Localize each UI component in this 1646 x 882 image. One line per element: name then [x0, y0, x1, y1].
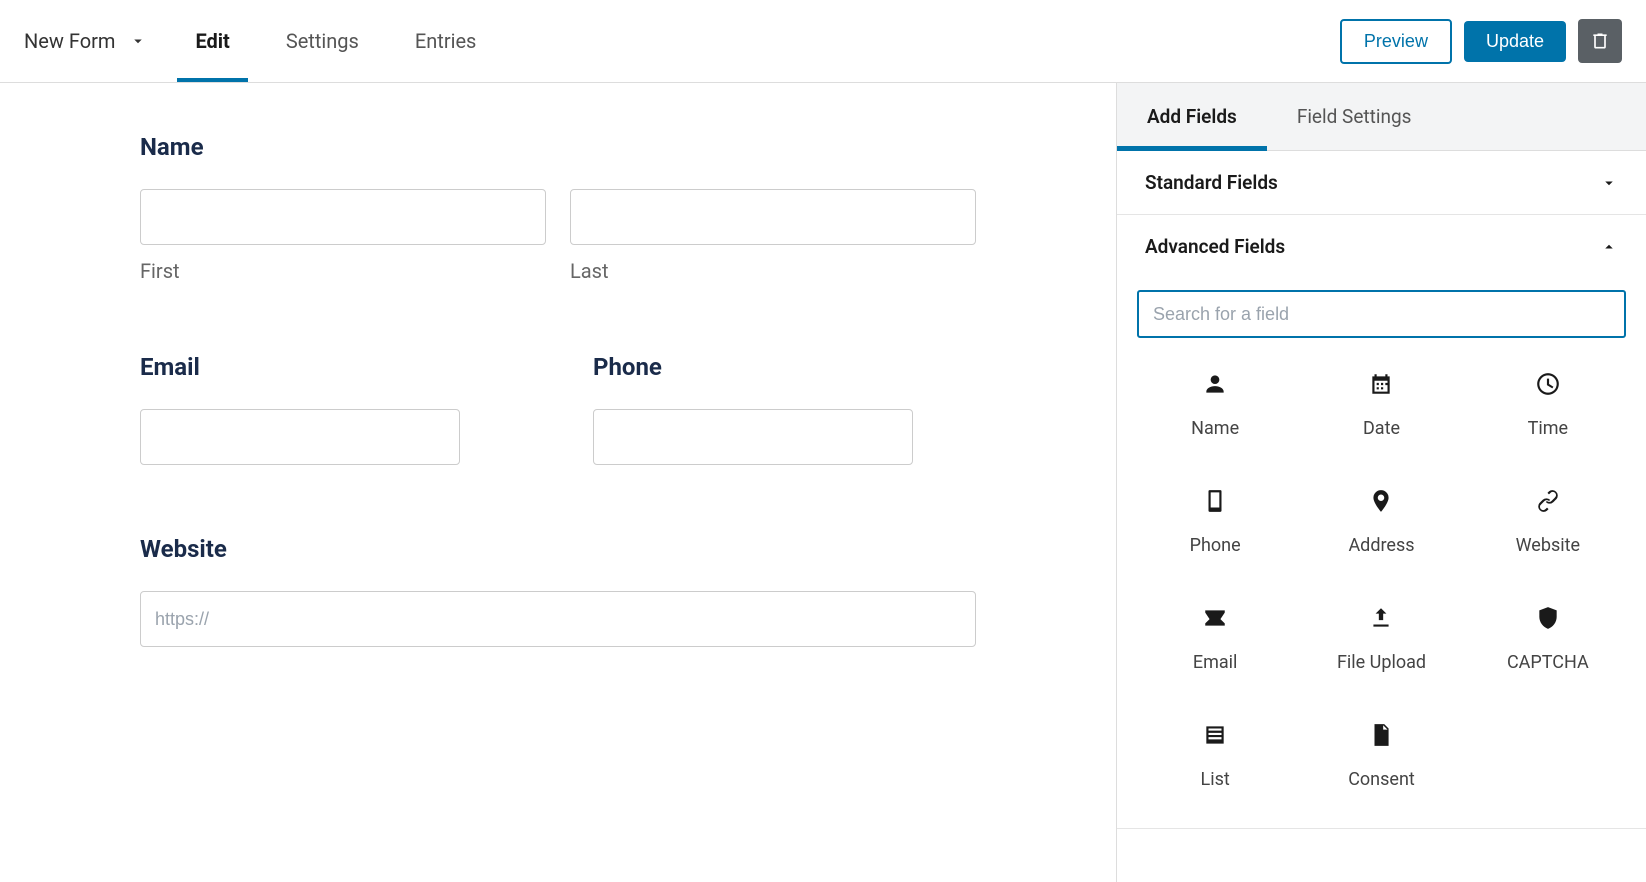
field-block-phone[interactable]: Phone — [593, 353, 976, 465]
field-tile-label: Date — [1363, 418, 1400, 439]
field-tile-website[interactable]: Website — [1470, 479, 1626, 564]
sidebar: Add Fields Field Settings Standard Field… — [1116, 83, 1646, 882]
last-name-input[interactable] — [570, 189, 976, 245]
field-tile-date[interactable]: Date — [1303, 362, 1459, 447]
list-icon — [1201, 721, 1229, 749]
website-input[interactable] — [140, 591, 976, 647]
upload-icon — [1367, 604, 1395, 632]
trash-button[interactable] — [1578, 19, 1622, 63]
field-tile-label: Email — [1193, 652, 1238, 673]
clock-icon — [1534, 370, 1562, 398]
first-name-input[interactable] — [140, 189, 546, 245]
sidebar-tab-field-settings[interactable]: Field Settings — [1267, 83, 1442, 150]
field-tile-consent[interactable]: Consent — [1303, 713, 1459, 798]
calendar-icon — [1367, 370, 1395, 398]
field-tile-file-upload[interactable]: File Upload — [1303, 596, 1459, 681]
form-title-dropdown[interactable]: New Form — [24, 29, 147, 53]
field-tile-label: File Upload — [1337, 652, 1426, 673]
form-title-text: New Form — [24, 29, 115, 53]
smartphone-icon — [1201, 487, 1229, 515]
field-tile-phone[interactable]: Phone — [1137, 479, 1293, 564]
update-button[interactable]: Update — [1464, 21, 1566, 62]
trash-icon — [1590, 30, 1610, 52]
chevron-up-icon — [1600, 238, 1618, 256]
field-tile-label: Name — [1191, 418, 1239, 439]
sublabel-last: Last — [570, 259, 976, 283]
tab-edit[interactable]: Edit — [187, 1, 237, 81]
field-search-input[interactable] — [1137, 290, 1626, 338]
chevron-down-icon — [129, 32, 147, 50]
tab-entries[interactable]: Entries — [407, 1, 485, 81]
accordion-standard-label: Standard Fields — [1145, 171, 1278, 194]
label-email: Email — [140, 353, 523, 381]
field-block-website[interactable]: Website — [140, 535, 976, 647]
field-tile-label: CAPTCHA — [1507, 652, 1589, 673]
email-input[interactable] — [140, 409, 460, 465]
field-tile-time[interactable]: Time — [1470, 362, 1626, 447]
field-tile-list[interactable]: List — [1137, 713, 1293, 798]
field-tile-label: Consent — [1348, 769, 1415, 790]
envelope-icon — [1201, 604, 1229, 632]
field-tile-address[interactable]: Address — [1303, 479, 1459, 564]
tab-settings[interactable]: Settings — [278, 1, 367, 81]
sublabel-first: First — [140, 259, 546, 283]
field-tile-captcha[interactable]: CAPTCHA — [1470, 596, 1626, 681]
label-website: Website — [140, 535, 976, 563]
label-name: Name — [140, 133, 976, 161]
document-icon — [1367, 721, 1395, 749]
field-tile-label: Website — [1516, 535, 1580, 556]
shield-icon — [1534, 604, 1562, 632]
map-pin-icon — [1367, 487, 1395, 515]
field-tile-label: List — [1201, 769, 1230, 790]
accordion-advanced-fields[interactable]: Advanced Fields — [1117, 215, 1646, 278]
sidebar-tab-add-fields[interactable]: Add Fields — [1117, 83, 1267, 150]
field-block-name[interactable]: Name First Last — [140, 133, 976, 283]
field-tile-label: Phone — [1190, 535, 1241, 556]
label-phone: Phone — [593, 353, 976, 381]
field-tile-label: Address — [1348, 535, 1414, 556]
field-tile-label: Time — [1528, 418, 1568, 439]
preview-button[interactable]: Preview — [1340, 19, 1452, 64]
field-block-email[interactable]: Email — [140, 353, 523, 465]
field-tile-name[interactable]: Name — [1137, 362, 1293, 447]
phone-input[interactable] — [593, 409, 913, 465]
chevron-down-icon — [1600, 174, 1618, 192]
person-icon — [1201, 370, 1229, 398]
accordion-standard-fields[interactable]: Standard Fields — [1117, 151, 1646, 214]
link-icon — [1534, 487, 1562, 515]
form-canvas: Name First Last Email Phone — [0, 83, 1116, 882]
field-tile-email[interactable]: Email — [1137, 596, 1293, 681]
accordion-advanced-label: Advanced Fields — [1145, 235, 1285, 258]
